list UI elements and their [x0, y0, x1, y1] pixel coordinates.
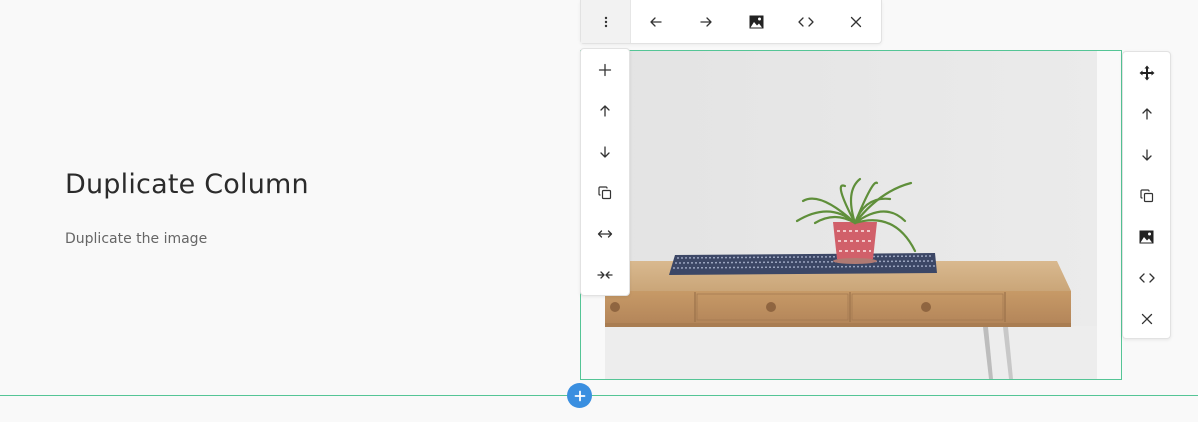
arrow-down-icon — [598, 145, 612, 159]
arrow-down-icon — [1140, 148, 1154, 162]
move-left-button[interactable] — [631, 0, 681, 43]
delete-button[interactable] — [1123, 298, 1170, 339]
code-icon — [798, 15, 814, 29]
plus-icon — [574, 390, 586, 402]
section-heading: Duplicate Column — [65, 169, 309, 200]
more-options-button[interactable] — [581, 0, 631, 43]
move-up-button[interactable] — [581, 90, 629, 131]
duplicate-column-button[interactable] — [581, 172, 629, 213]
move-down-button[interactable] — [581, 131, 629, 172]
move-right-button[interactable] — [681, 0, 731, 43]
move-down-button[interactable] — [1123, 134, 1170, 175]
code-icon — [1138, 271, 1155, 285]
image-icon — [1139, 230, 1154, 244]
column-toolbar-left — [580, 48, 630, 296]
expand-width-button[interactable] — [581, 213, 629, 254]
drag-handle-button[interactable] — [1123, 52, 1170, 93]
collapse-horizontal-icon — [597, 268, 613, 282]
desk-plant-photo — [605, 51, 1097, 379]
arrow-right-icon — [699, 15, 713, 29]
duplicate-icon — [1139, 188, 1154, 203]
move-icon — [1139, 65, 1155, 81]
image-icon — [749, 15, 764, 29]
more-vertical-icon — [599, 15, 613, 29]
expand-horizontal-icon — [597, 227, 613, 241]
shrink-width-button[interactable] — [581, 254, 629, 295]
move-up-button[interactable] — [1123, 93, 1170, 134]
close-icon — [850, 16, 862, 28]
add-column-button[interactable] — [581, 49, 629, 90]
edit-code-button[interactable] — [1123, 257, 1170, 298]
column-image[interactable] — [605, 51, 1097, 379]
edit-code-button[interactable] — [781, 0, 831, 43]
arrow-left-icon — [649, 15, 663, 29]
close-icon — [1141, 313, 1153, 325]
replace-image-button[interactable] — [731, 0, 781, 43]
add-section-button[interactable] — [567, 383, 592, 408]
section-divider — [0, 395, 1198, 396]
arrow-up-icon — [1140, 107, 1154, 121]
change-image-button[interactable] — [1123, 216, 1170, 257]
column-toolbar-right — [1122, 51, 1171, 339]
section-subtext: Duplicate the image — [65, 231, 208, 247]
plus-icon — [598, 63, 612, 77]
duplicate-image-button[interactable] — [1123, 175, 1170, 216]
duplicate-icon — [598, 185, 612, 200]
image-toolbar — [580, 0, 882, 44]
arrow-up-icon — [598, 104, 612, 118]
remove-image-button[interactable] — [831, 0, 881, 43]
